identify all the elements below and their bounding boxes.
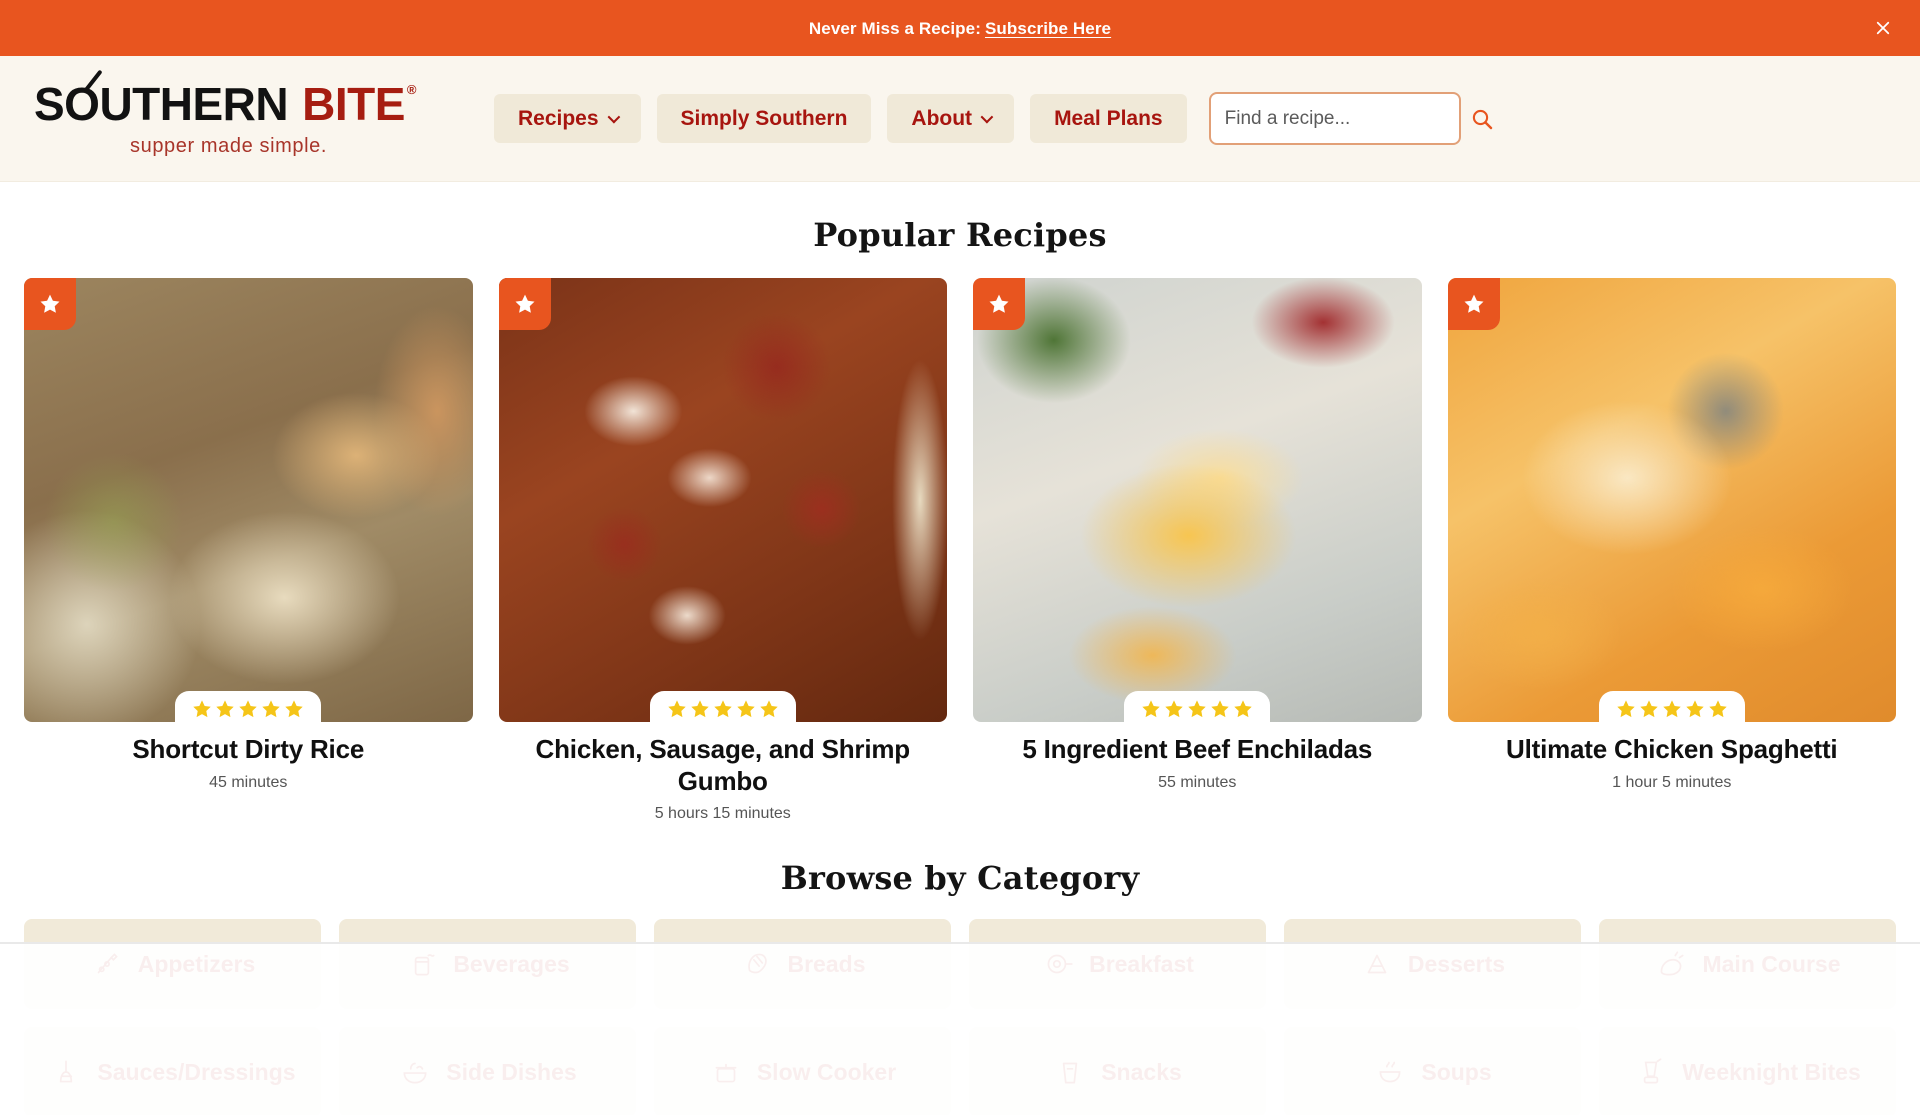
featured-star-badge <box>973 278 1025 330</box>
recipe-photo <box>1447 278 1896 722</box>
cake-slice-icon <box>1360 947 1394 981</box>
logo-wordmark: SOUTHERN BITE ® <box>34 69 417 130</box>
nav-label-recipes: Recipes <box>518 107 599 130</box>
recipe-title[interactable]: Shortcut Dirty Rice <box>24 734 473 766</box>
category-card-snacks[interactable]: Snacks <box>969 1027 1266 1115</box>
registered-mark: ® <box>406 82 417 97</box>
rating-stars <box>1124 691 1271 722</box>
nav-item-meal-plans[interactable]: Meal Plans <box>1030 94 1187 143</box>
recipe-image[interactable] <box>1447 278 1896 722</box>
announcement-message: Never Miss a Recipe: <box>808 18 981 38</box>
recipe-image[interactable] <box>498 278 947 722</box>
egg-pan-icon <box>1041 947 1075 981</box>
recipe-image[interactable] <box>973 278 1422 722</box>
recipe-title[interactable]: Chicken, Sausage, and Shrimp Gumbo <box>499 734 948 797</box>
category-label: Snacks <box>1101 1058 1182 1085</box>
announcement-bar: Never Miss a Recipe: Subscribe Here <box>0 0 1920 56</box>
logo-tagline: supper made simple. <box>130 135 328 157</box>
logo-word-bite: BITE <box>302 78 405 130</box>
recipe-title[interactable]: Ultimate Chicken Spaghetti <box>1448 734 1897 766</box>
subscribe-link[interactable]: Subscribe Here <box>985 19 1111 38</box>
recipe-photo <box>973 278 1422 722</box>
announcement-text: Never Miss a Recipe: Subscribe Here <box>809 20 1111 37</box>
chevron-down-icon <box>980 110 994 124</box>
recipe-photo <box>24 278 473 722</box>
recipe-image[interactable] <box>24 278 473 722</box>
recipe-title[interactable]: 5 Ingredient Beef Enchiladas <box>973 734 1422 766</box>
category-label: Side Dishes <box>446 1058 577 1085</box>
recipe-time: 5 hours 15 minutes <box>654 805 791 823</box>
recipe-card[interactable]: 5 Ingredient Beef Enchiladas 55 minutes <box>973 278 1422 823</box>
recipe-time: 45 minutes <box>209 773 288 791</box>
browse-by-category-section: Browse by Category Appetizers Beverages … <box>0 859 1920 1115</box>
search-icon[interactable] <box>1470 107 1494 131</box>
category-card-slow-cooker[interactable]: Slow Cooker <box>654 1027 951 1115</box>
featured-star-badge <box>498 278 551 330</box>
popular-recipes-section: Popular Recipes Shortcut Dirty Rice 45 m… <box>0 182 1920 823</box>
category-label: Breakfast <box>1089 950 1194 977</box>
category-card-beverages[interactable]: Beverages <box>339 919 636 1010</box>
nav-item-about[interactable]: About <box>887 94 1015 143</box>
recipe-card[interactable]: Chicken, Sausage, and Shrimp Gumbo 5 hou… <box>498 278 948 823</box>
main-navigation: Recipes Simply Southern About Meal Plans <box>494 94 1187 143</box>
featured-star-badge <box>1447 278 1500 330</box>
nav-label-meal-plans: Meal Plans <box>1054 107 1163 130</box>
site-header: SOUTHERN BITE ® supper made simple. Reci… <box>0 56 1920 182</box>
category-label: Sauces/Dressings <box>97 1058 296 1085</box>
turkey-icon <box>1654 947 1688 981</box>
category-card-breads[interactable]: Breads <box>654 919 951 1010</box>
recipe-card[interactable]: Shortcut Dirty Rice 45 minutes <box>24 278 473 823</box>
category-label: Soups <box>1421 1058 1492 1085</box>
nav-label-about: About <box>911 107 973 130</box>
category-card-weeknight-bites[interactable]: Weeknight Bites <box>1599 1027 1896 1115</box>
rating-stars <box>649 691 796 722</box>
recipe-grid: Shortcut Dirty Rice 45 minutes Chicken, … <box>0 278 1920 823</box>
category-card-desserts[interactable]: Desserts <box>1284 919 1581 1010</box>
category-card-sauces-dressings[interactable]: Sauces/Dressings <box>24 1027 321 1115</box>
nav-item-simply-southern[interactable]: Simply Southern <box>656 94 872 143</box>
logo-word-southern: SOUTHERN <box>34 78 289 130</box>
category-label: Main Course <box>1702 950 1841 977</box>
soup-bowl-icon <box>1373 1055 1407 1089</box>
recipe-time: 55 minutes <box>1158 773 1237 791</box>
category-card-main-course[interactable]: Main Course <box>1599 919 1896 1010</box>
category-card-appetizers[interactable]: Appetizers <box>24 919 321 1010</box>
chevron-down-icon <box>607 110 620 124</box>
nav-item-recipes[interactable]: Recipes <box>494 94 641 143</box>
category-card-soups[interactable]: Soups <box>1284 1027 1581 1115</box>
category-label: Weeknight Bites <box>1682 1058 1861 1085</box>
rating-stars <box>175 691 322 722</box>
category-card-breakfast[interactable]: Breakfast <box>969 919 1266 1010</box>
recipe-photo <box>498 278 947 722</box>
category-label: Beverages <box>453 950 570 977</box>
rating-stars <box>1598 691 1745 722</box>
category-grid: Appetizers Beverages Breads Breakfast De <box>0 919 1920 1115</box>
category-section-title: Browse by Category <box>780 859 1140 898</box>
category-label: Breads <box>787 950 866 977</box>
bread-icon <box>740 947 774 981</box>
category-label: Desserts <box>1407 950 1506 977</box>
recipe-card[interactable]: Ultimate Chicken Spaghetti 1 hour 5 minu… <box>1447 278 1897 823</box>
page-title: Popular Recipes <box>813 216 1107 254</box>
blender-icon <box>1634 1055 1668 1089</box>
category-label: Appetizers <box>137 950 256 977</box>
recipe-time: 1 hour 5 minutes <box>1612 773 1732 791</box>
close-icon[interactable] <box>1868 13 1898 43</box>
category-label: Slow Cooker <box>756 1058 897 1085</box>
appetizers-icon <box>90 947 124 981</box>
whisk-icon <box>49 1055 83 1089</box>
search-box[interactable] <box>1208 92 1492 145</box>
slow-cooker-icon <box>709 1055 743 1089</box>
beverage-glass-icon <box>405 947 439 981</box>
nav-label-simply-southern: Simply Southern <box>680 107 848 130</box>
site-logo[interactable]: SOUTHERN BITE ® supper made simple. <box>34 69 474 158</box>
salad-bowl-icon <box>398 1055 432 1089</box>
section-divider <box>0 942 1920 945</box>
featured-star-badge <box>24 278 76 330</box>
search-input[interactable] <box>1224 107 1470 130</box>
category-card-side-dishes[interactable]: Side Dishes <box>339 1027 636 1115</box>
chips-icon <box>1053 1055 1087 1089</box>
